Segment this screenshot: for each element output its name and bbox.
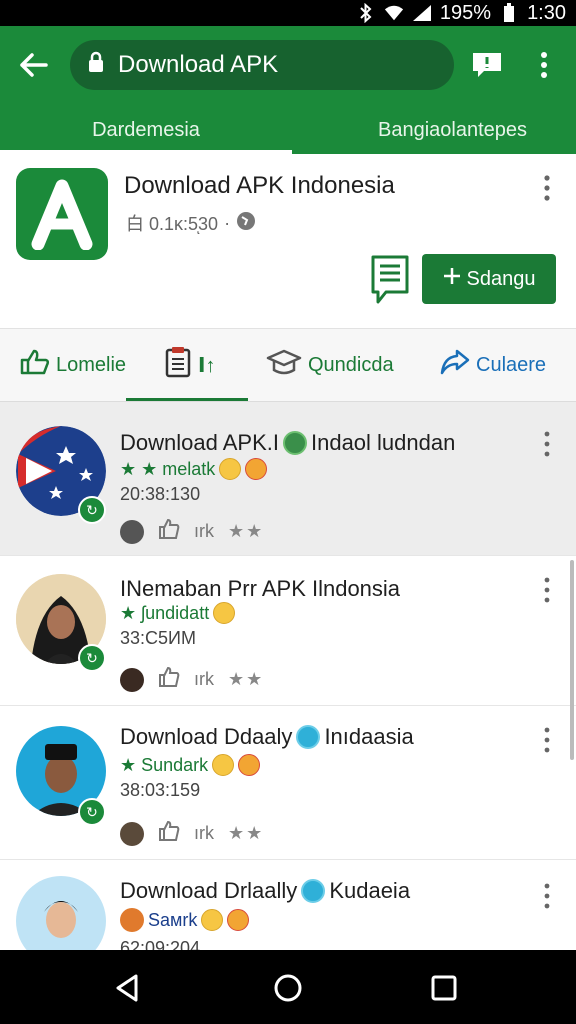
star-rating: ★★ bbox=[228, 669, 265, 689]
star-rating: ★★ bbox=[228, 823, 265, 843]
post-list: ↻ Download APK.I Indaol ludndan ★ ★ melа… bbox=[0, 402, 576, 950]
app-header-card: Download APK Indonesia ⽩ 0.1ĸ:5ͅ30 · Sda… bbox=[0, 154, 576, 328]
like-icon[interactable] bbox=[158, 518, 180, 545]
item-subtitle: ★ ʃundidatt bbox=[120, 602, 236, 624]
app-bar: Download APK Dardemesia Bangiaolantepes bbox=[0, 26, 576, 154]
item-title: INemaban Prr APK Ilndonsia bbox=[120, 576, 401, 601]
app-more-icon[interactable] bbox=[540, 174, 554, 202]
item-action-label: ırk bbox=[194, 521, 214, 541]
mini-avatar-icon bbox=[301, 879, 326, 903]
nav-home-icon[interactable] bbox=[270, 970, 306, 1006]
item-more-icon[interactable] bbox=[541, 726, 553, 754]
url-bar[interactable]: Download APK bbox=[70, 40, 454, 90]
avatar bbox=[16, 876, 106, 950]
item-more-icon[interactable] bbox=[541, 430, 553, 458]
wifi-icon bbox=[384, 3, 404, 23]
mini-avatar-icon bbox=[282, 431, 307, 455]
mini-avatar-icon bbox=[120, 908, 144, 932]
nav-recents-icon[interactable] bbox=[426, 970, 462, 1006]
item-actions: ırk ★★ bbox=[120, 820, 264, 847]
smile-emoji-icon bbox=[219, 458, 242, 480]
globe-icon bbox=[236, 211, 256, 236]
item-timestamp: 38:03:159 bbox=[120, 780, 201, 800]
system-nav-bar bbox=[0, 950, 576, 1024]
list-item[interactable]: ↻ Download Ddaaly Inıdaasia ★ Sundark 38… bbox=[0, 706, 576, 860]
graduation-cap-icon bbox=[266, 348, 302, 382]
list-item[interactable]: Download Drlaally Kudaeia Saмrk 62:09:20… bbox=[0, 860, 576, 950]
item-action-label: ırk bbox=[194, 823, 214, 843]
smile-emoji-icon bbox=[212, 754, 235, 776]
item-title: Download APK.I Indaol ludndan bbox=[120, 430, 456, 455]
thumb-up-icon bbox=[20, 349, 50, 381]
clock: 1:30 bbox=[527, 1, 566, 24]
subtab-qundicda[interactable]: Qundicda bbox=[266, 329, 394, 401]
top-tabs: Dardemesia Bangiaolantepes bbox=[0, 106, 576, 154]
add-button-label: Sdangu bbox=[466, 267, 536, 290]
subtab-label: Qundicda bbox=[308, 353, 394, 376]
list-item[interactable]: ↻ Download APK.I Indaol ludndan ★ ★ melа… bbox=[0, 402, 576, 556]
item-action-label: ırk bbox=[194, 669, 214, 689]
user-avatar-icon bbox=[120, 519, 144, 544]
user-avatar-icon bbox=[120, 667, 144, 692]
item-more-icon[interactable] bbox=[541, 882, 553, 910]
battery-level: 195% bbox=[439, 1, 492, 24]
subtab-indicator bbox=[126, 398, 248, 401]
list-item[interactable]: ↻ INemaban Prr APK Ilndonsia ★ ʃundidatt… bbox=[0, 556, 576, 706]
subtab-lomelie[interactable]: Lomelie bbox=[20, 329, 126, 401]
battery-icon bbox=[499, 3, 519, 23]
item-title: Download Drlaally Kudaeia bbox=[120, 878, 411, 903]
nav-back-icon[interactable] bbox=[110, 970, 146, 1006]
item-actions: ırk ★★ bbox=[120, 518, 264, 545]
download-badge-icon: ↻ bbox=[78, 644, 106, 672]
notes-icon[interactable] bbox=[370, 254, 410, 306]
item-timestamp: 33:C5ИΜ bbox=[120, 628, 196, 648]
download-badge-icon: ↻ bbox=[78, 798, 106, 826]
scrollbar[interactable] bbox=[570, 560, 574, 760]
screen: 195% 1:30 Download APK Dardemesia Bangia… bbox=[0, 0, 576, 1024]
overflow-menu-icon[interactable] bbox=[534, 50, 554, 80]
sub-tabs: Lomelie Ⅰ↑ Qundicda Culaere bbox=[0, 328, 576, 402]
like-icon[interactable] bbox=[158, 820, 180, 847]
heart-eyes-emoji-icon bbox=[238, 754, 261, 776]
subtab-label: Culaere bbox=[476, 353, 547, 376]
star-rating: ★★ bbox=[228, 521, 265, 541]
lock-icon bbox=[88, 51, 104, 80]
plus-icon bbox=[443, 267, 461, 291]
subtab-culaere[interactable]: Culaere bbox=[440, 329, 546, 401]
item-subtitle: ★ Sundark bbox=[120, 754, 261, 776]
tab-primary[interactable]: Dardemesia bbox=[0, 106, 292, 154]
heart-eyes-emoji-icon bbox=[245, 458, 268, 480]
heart-eyes-emoji-icon bbox=[227, 909, 250, 931]
item-subtitle: Saмrk bbox=[120, 908, 250, 932]
tab-secondary[interactable]: Bangiaolantepes bbox=[378, 106, 576, 154]
subtab-notes[interactable]: Ⅰ↑ bbox=[164, 329, 215, 401]
item-title: Download Ddaaly Inıdaasia bbox=[120, 724, 414, 749]
smile-emoji-icon bbox=[213, 602, 236, 624]
app-meta-text: ⽩ 0.1ĸ:5ͅ30 bbox=[126, 214, 219, 234]
url-text: Download APK bbox=[118, 51, 279, 78]
add-button[interactable]: Sdangu bbox=[422, 254, 556, 304]
item-timestamp: 20:38:130 bbox=[120, 484, 201, 504]
app-title: Download APK Indonesia bbox=[124, 172, 395, 199]
back-arrow-icon[interactable] bbox=[16, 48, 50, 82]
user-avatar-icon bbox=[120, 821, 144, 846]
share-icon bbox=[440, 349, 470, 381]
clipboard-icon bbox=[164, 346, 192, 384]
signal-icon bbox=[412, 3, 432, 23]
download-badge-icon: ↻ bbox=[78, 496, 106, 524]
item-subtitle: ★ ★ melаtk bbox=[120, 458, 268, 480]
app-logo bbox=[16, 168, 108, 260]
smile-emoji-icon bbox=[201, 909, 224, 931]
item-timestamp: 62:09:204 bbox=[120, 938, 201, 950]
feedback-icon[interactable] bbox=[470, 50, 504, 80]
status-bar: 195% 1:30 bbox=[0, 0, 576, 26]
mini-avatar-icon bbox=[296, 725, 321, 749]
subtab-label: Lomelie bbox=[56, 353, 127, 376]
item-actions: ırk ★★ bbox=[120, 666, 264, 693]
like-icon[interactable] bbox=[158, 666, 180, 693]
subtab-label: Ⅰ↑ bbox=[198, 354, 216, 377]
item-more-icon[interactable] bbox=[541, 576, 553, 604]
bluetooth-icon bbox=[356, 3, 376, 23]
app-meta: ⽩ 0.1ĸ:5ͅ30 · bbox=[126, 210, 256, 236]
